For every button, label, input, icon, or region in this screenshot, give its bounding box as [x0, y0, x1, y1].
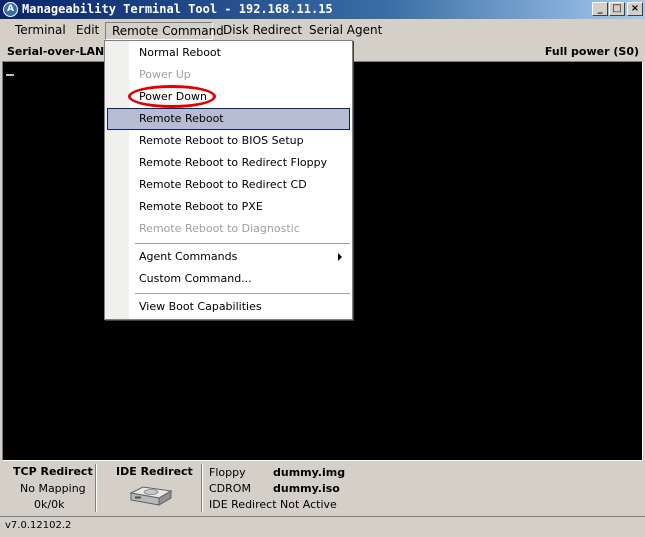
power-state-label: Full power (S0) — [544, 45, 639, 58]
status-panel: TCP Redirect No Mapping 0k/0k IDE Redire… — [0, 462, 645, 515]
cdrom-value: dummy.iso — [273, 482, 340, 495]
title-bar[interactable]: A Manageability Terminal Tool - 192.168.… — [0, 0, 645, 19]
version-label: v7.0.12102.2 — [5, 520, 72, 531]
maximize-button[interactable]: □ — [609, 2, 625, 16]
menu-bar: Terminal Edit Remote Command Disk Redire… — [0, 19, 645, 41]
menu-serial-agent[interactable]: Serial Agent — [303, 22, 388, 40]
close-button[interactable]: × — [627, 2, 643, 16]
menu-item-remote-reboot-pxe[interactable]: Remote Reboot to PXE — [107, 196, 350, 218]
ide-redirect-title: IDE Redirect — [116, 465, 193, 478]
floppy-value: dummy.img — [273, 466, 346, 479]
floppy-label: Floppy — [209, 466, 246, 479]
cdrom-label: CDROM — [209, 482, 251, 495]
menu-separator — [135, 243, 350, 244]
tcp-redirect-mapping: No Mapping — [20, 482, 86, 495]
hard-drive-icon — [129, 486, 173, 506]
menu-item-agent-commands-label: Agent Commands — [139, 250, 238, 263]
window-title: Manageability Terminal Tool - 192.168.11… — [22, 2, 333, 16]
app-window: A Manageability Terminal Tool - 192.168.… — [0, 0, 645, 537]
menu-disk-redirect[interactable]: Disk Redirect — [217, 22, 308, 40]
menu-item-normal-reboot[interactable]: Normal Reboot — [107, 42, 350, 64]
tcp-redirect-traffic: 0k/0k — [34, 498, 65, 511]
menu-edit[interactable]: Edit — [70, 22, 105, 40]
menu-item-remote-reboot-cd[interactable]: Remote Reboot to Redirect CD — [107, 174, 350, 196]
status-bar-divider — [0, 516, 645, 517]
menu-item-power-down[interactable]: Power Down — [107, 86, 350, 108]
status-divider — [201, 464, 203, 512]
menu-item-agent-commands[interactable]: Agent Commands — [107, 246, 350, 268]
remote-command-menu: Normal Reboot Power Up Power Down Remote… — [104, 40, 353, 320]
status-divider — [95, 464, 97, 512]
menu-item-custom-command[interactable]: Custom Command... — [107, 268, 350, 290]
ide-redirect-state: IDE Redirect Not Active — [209, 498, 337, 511]
menu-item-power-up[interactable]: Power Up — [107, 64, 350, 86]
menu-item-view-boot-capabilities[interactable]: View Boot Capabilities — [107, 296, 350, 318]
menu-item-remote-reboot-bios[interactable]: Remote Reboot to BIOS Setup — [107, 130, 350, 152]
app-icon: A — [3, 2, 18, 17]
sol-label: Serial-over-LAN - — [7, 45, 113, 58]
menu-item-remote-reboot-floppy[interactable]: Remote Reboot to Redirect Floppy — [107, 152, 350, 174]
submenu-arrow-icon — [338, 253, 342, 261]
tcp-redirect-title: TCP Redirect — [13, 465, 93, 478]
menu-separator — [135, 293, 350, 294]
menu-terminal[interactable]: Terminal — [9, 22, 72, 40]
menu-item-remote-reboot-diagnostic[interactable]: Remote Reboot to Diagnostic — [107, 218, 350, 240]
menu-remote-command[interactable]: Remote Command — [105, 22, 224, 40]
terminal-cursor — [6, 74, 14, 76]
menu-item-remote-reboot[interactable]: Remote Reboot — [107, 108, 350, 130]
minimize-button[interactable]: _ — [592, 2, 608, 16]
